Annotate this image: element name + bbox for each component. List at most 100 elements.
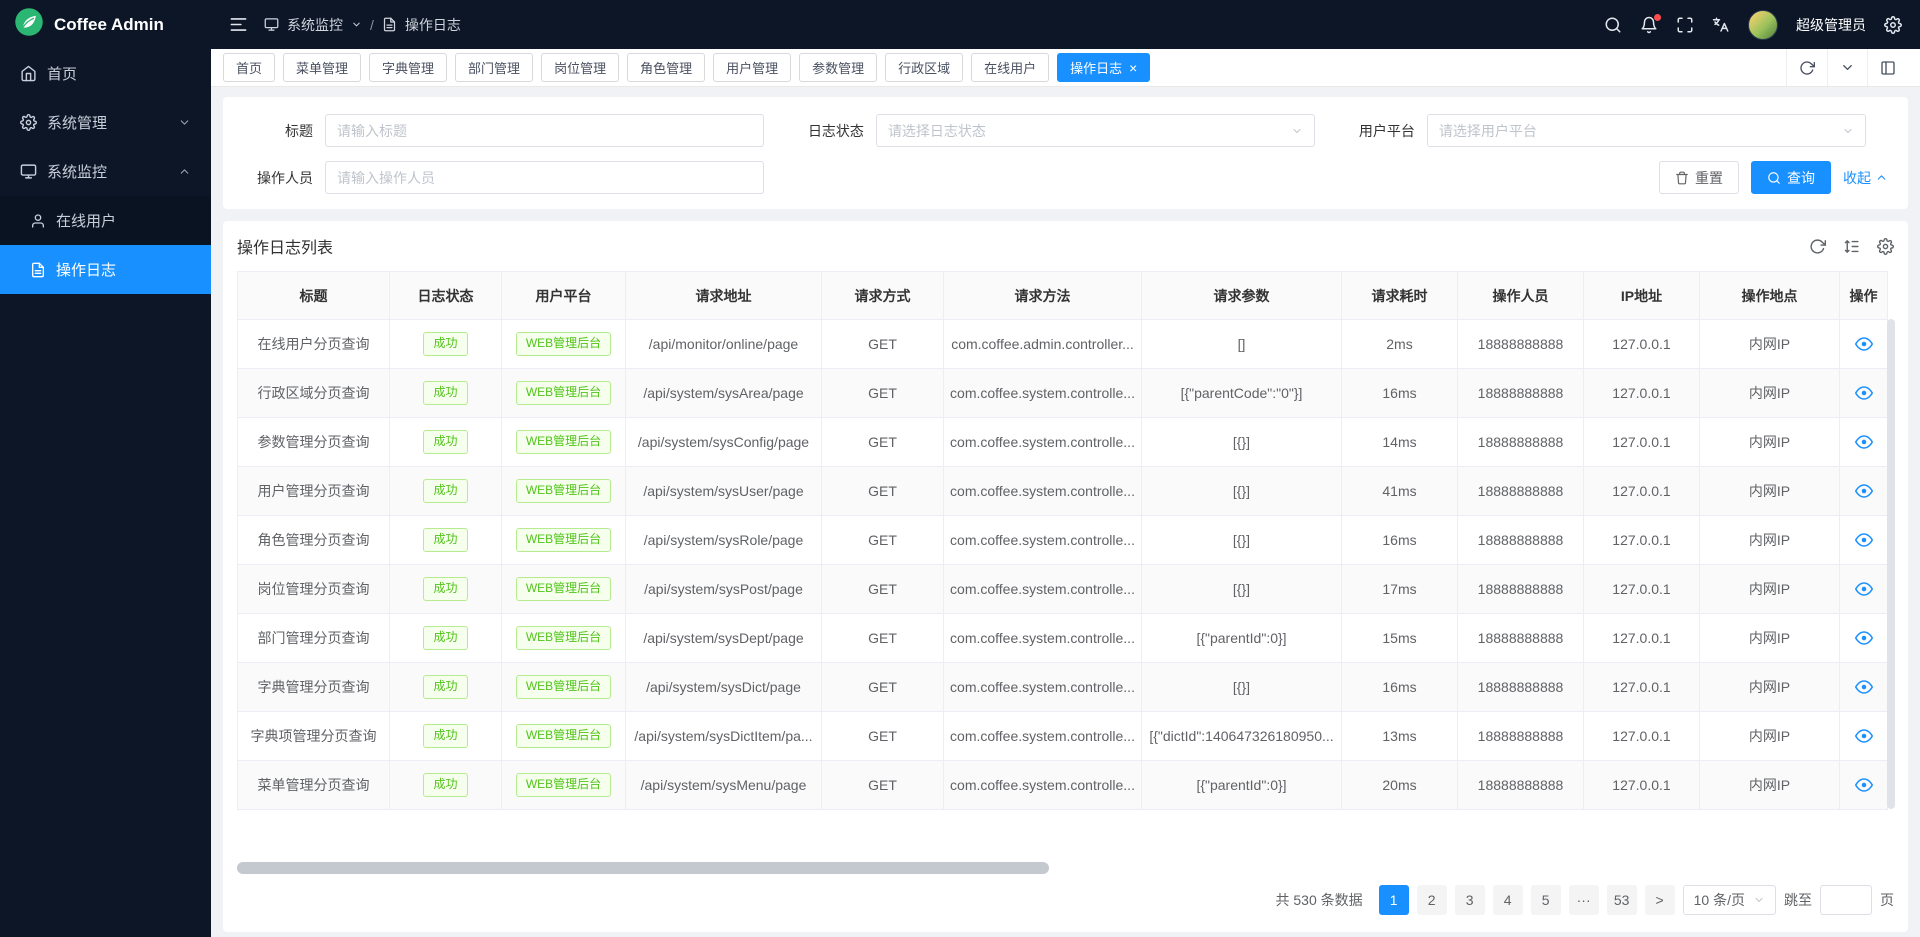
collapse-toggle[interactable]: 收起 bbox=[1843, 168, 1888, 188]
tab-item[interactable]: 岗位管理 bbox=[541, 53, 619, 82]
cell-request-function: com.coffee.system.controlle... bbox=[944, 369, 1142, 418]
pagination-total: 共 530 条数据 bbox=[1276, 890, 1363, 910]
sidebar-item-operation-log[interactable]: 操作日志 bbox=[0, 245, 211, 294]
sidebar-item-online-users[interactable]: 在线用户 bbox=[0, 196, 211, 245]
tab-item[interactable]: 行政区域 bbox=[885, 53, 963, 82]
view-detail-eye-icon[interactable] bbox=[1855, 433, 1873, 451]
cell-platform: WEB管理后台 bbox=[502, 663, 626, 712]
cell-action bbox=[1840, 663, 1888, 712]
view-detail-eye-icon[interactable] bbox=[1855, 531, 1873, 549]
page-button[interactable]: 53 bbox=[1607, 885, 1637, 915]
tab-item[interactable]: 首页 bbox=[223, 53, 275, 82]
column-header: 请求参数 bbox=[1142, 272, 1342, 320]
refresh-icon[interactable] bbox=[1809, 238, 1826, 255]
notification-bell-icon[interactable] bbox=[1640, 16, 1658, 34]
sidebar-submenu: 在线用户 操作日志 bbox=[0, 196, 211, 294]
table-row: 菜单管理分页查询成功WEB管理后台/api/system/sysMenu/pag… bbox=[238, 761, 1888, 810]
sidebar-item-home[interactable]: 首页 bbox=[0, 49, 211, 98]
layout-icon[interactable] bbox=[1867, 49, 1908, 86]
view-detail-eye-icon[interactable] bbox=[1855, 384, 1873, 402]
cell-action bbox=[1840, 320, 1888, 369]
sidebar: Coffee Admin 首页 系统管理 系统监控 在线用户 bbox=[0, 0, 211, 937]
view-detail-eye-icon[interactable] bbox=[1855, 678, 1873, 696]
cell-request-params: [{}] bbox=[1142, 565, 1342, 614]
column-settings-gear-icon[interactable] bbox=[1877, 238, 1894, 255]
cell-title: 岗位管理分页查询 bbox=[238, 565, 390, 614]
sidebar-item-system-management[interactable]: 系统管理 bbox=[0, 98, 211, 147]
tab-item[interactable]: 用户管理 bbox=[713, 53, 791, 82]
cell-ip: 127.0.0.1 bbox=[1584, 663, 1700, 712]
cell-ip: 127.0.0.1 bbox=[1584, 467, 1700, 516]
filter-label-log-status: 日志状态 bbox=[790, 121, 876, 141]
filter-field-operator: 操作人员 bbox=[239, 161, 790, 194]
platform-tag: WEB管理后台 bbox=[516, 773, 611, 797]
jump-label: 跳至 bbox=[1784, 890, 1812, 910]
tab-active[interactable]: 操作日志× bbox=[1057, 53, 1150, 82]
sidebar-fold-icon[interactable] bbox=[229, 15, 248, 34]
reset-button[interactable]: 重置 bbox=[1659, 161, 1739, 194]
title-input[interactable] bbox=[325, 114, 764, 147]
breadcrumb-section[interactable]: 系统监控 bbox=[287, 15, 343, 35]
cell-request-function: com.coffee.admin.controller... bbox=[944, 320, 1142, 369]
view-detail-eye-icon[interactable] bbox=[1855, 629, 1873, 647]
fullscreen-icon[interactable] bbox=[1676, 16, 1694, 34]
query-button[interactable]: 查询 bbox=[1751, 161, 1831, 194]
sidebar-item-system-monitor[interactable]: 系统监控 bbox=[0, 147, 211, 196]
tab-item[interactable]: 部门管理 bbox=[455, 53, 533, 82]
page-button[interactable]: 5 bbox=[1531, 885, 1561, 915]
vertical-scrollbar[interactable] bbox=[1887, 319, 1895, 809]
cell-location: 内网IP bbox=[1700, 467, 1840, 516]
chevron-down-icon[interactable] bbox=[1827, 49, 1867, 86]
tab-item[interactable]: 角色管理 bbox=[627, 53, 705, 82]
translate-icon[interactable] bbox=[1712, 16, 1730, 34]
column-header: 标题 bbox=[238, 272, 390, 320]
cell-platform: WEB管理后台 bbox=[502, 516, 626, 565]
view-detail-eye-icon[interactable] bbox=[1855, 727, 1873, 745]
settings-gear-icon[interactable] bbox=[1884, 16, 1902, 34]
select-placeholder: 请选择日志状态 bbox=[888, 121, 986, 141]
page-button[interactable]: 2 bbox=[1417, 885, 1447, 915]
page-size-select[interactable]: 10 条/页 bbox=[1683, 885, 1776, 915]
page-ellipsis[interactable]: ··· bbox=[1569, 885, 1599, 915]
view-detail-eye-icon[interactable] bbox=[1855, 335, 1873, 353]
cell-operator: 18888888888 bbox=[1458, 369, 1584, 418]
density-icon[interactable] bbox=[1843, 238, 1860, 255]
sidebar-nav: 首页 系统管理 系统监控 在线用户 操作日志 bbox=[0, 49, 211, 294]
topbar-actions: 超级管理员 bbox=[1604, 10, 1902, 40]
view-detail-eye-icon[interactable] bbox=[1855, 482, 1873, 500]
operator-input[interactable] bbox=[325, 161, 764, 194]
tab-item[interactable]: 菜单管理 bbox=[283, 53, 361, 82]
table-tools bbox=[1809, 238, 1894, 255]
tab-item[interactable]: 参数管理 bbox=[799, 53, 877, 82]
cell-location: 内网IP bbox=[1700, 516, 1840, 565]
tab-item[interactable]: 在线用户 bbox=[971, 53, 1049, 82]
cell-ip: 127.0.0.1 bbox=[1584, 712, 1700, 761]
horizontal-scrollbar-thumb[interactable] bbox=[237, 862, 1049, 874]
cell-status: 成功 bbox=[390, 516, 502, 565]
tab-close-icon[interactable]: × bbox=[1129, 61, 1137, 75]
sidebar-item-label: 在线用户 bbox=[56, 210, 191, 231]
page-button[interactable]: 4 bbox=[1493, 885, 1523, 915]
breadcrumb-separator: / bbox=[370, 17, 374, 33]
page-button[interactable]: 1 bbox=[1379, 885, 1409, 915]
operation-log-table: 标题日志状态用户平台请求地址请求方式请求方法请求参数请求耗时操作人员IP地址操作… bbox=[237, 271, 1888, 810]
cell-request-params: [{}] bbox=[1142, 418, 1342, 467]
cell-request-params: [{}] bbox=[1142, 516, 1342, 565]
username[interactable]: 超级管理员 bbox=[1796, 15, 1866, 35]
refresh-icon[interactable] bbox=[1786, 49, 1827, 86]
tab-label: 在线用户 bbox=[984, 58, 1036, 77]
page-button[interactable]: 3 bbox=[1455, 885, 1485, 915]
view-detail-eye-icon[interactable] bbox=[1855, 580, 1873, 598]
user-platform-select[interactable]: 请选择用户平台 bbox=[1427, 114, 1866, 147]
avatar[interactable] bbox=[1748, 10, 1778, 40]
search-icon[interactable] bbox=[1604, 16, 1622, 34]
filter-label-user-platform: 用户平台 bbox=[1341, 121, 1427, 141]
page-jump-input[interactable] bbox=[1820, 885, 1872, 915]
view-detail-eye-icon[interactable] bbox=[1855, 776, 1873, 794]
next-page-button[interactable]: > bbox=[1645, 885, 1675, 915]
log-status-select[interactable]: 请选择日志状态 bbox=[876, 114, 1315, 147]
table-row: 字典项管理分页查询成功WEB管理后台/api/system/sysDictIte… bbox=[238, 712, 1888, 761]
table-row: 岗位管理分页查询成功WEB管理后台/api/system/sysPost/pag… bbox=[238, 565, 1888, 614]
column-header: IP地址 bbox=[1584, 272, 1700, 320]
tab-item[interactable]: 字典管理 bbox=[369, 53, 447, 82]
